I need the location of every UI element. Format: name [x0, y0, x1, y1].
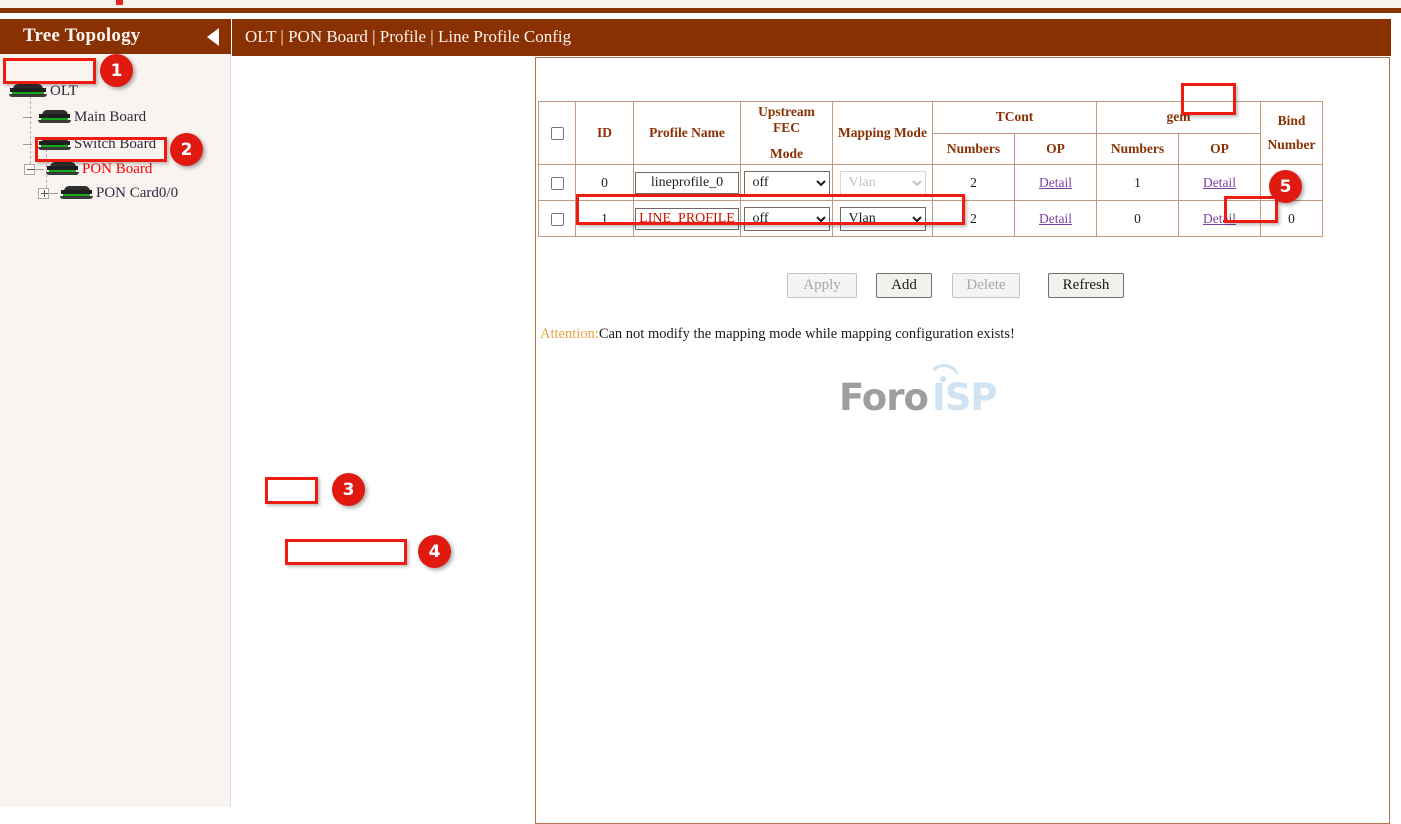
table-row[interactable]: 1 off Vlan 2	[539, 201, 1323, 237]
breadcrumb-bar: OLT | PON Board | Profile | Line Profile…	[232, 19, 1391, 56]
header-id: ID	[576, 102, 634, 165]
tree-item-label: Switch Board	[74, 136, 156, 153]
header-bind-number: Bind Number	[1261, 102, 1323, 165]
tree-branch-dash	[23, 144, 32, 145]
row-gem-op-cell: Detail	[1179, 165, 1261, 201]
profile-name-input[interactable]	[635, 208, 739, 230]
header-mapping-mode: Mapping Mode	[833, 102, 933, 165]
select-all-header	[539, 102, 576, 165]
row-tcont-op-cell: Detail	[1015, 201, 1097, 237]
tree-topology-panel: Tree Topology OLT Main Board	[0, 19, 231, 807]
row-checkbox-cell	[539, 201, 576, 237]
table-body: 0 off Vlan 2	[539, 165, 1323, 237]
tree-branch-dash	[23, 117, 32, 118]
header-tcont-numbers: Numbers	[933, 133, 1015, 165]
add-button[interactable]: Add	[876, 273, 932, 298]
attention-text: Can not modify the mapping mode while ma…	[599, 326, 1015, 342]
tree-item-label: OLT	[50, 83, 78, 100]
header-gem-op: OP	[1179, 133, 1261, 165]
row-checkbox[interactable]	[551, 213, 564, 226]
tree-topology-body: OLT Main Board Switch Board PON Board	[0, 54, 231, 807]
row-bind-number: 0	[1261, 201, 1323, 237]
action-button-row: Apply Add Delete Refresh	[536, 273, 1391, 303]
row-profile-name-cell	[634, 165, 741, 201]
row-mapping-cell: Vlan	[833, 201, 933, 237]
row-tcont-op-cell: Detail	[1015, 165, 1097, 201]
tree-item-label: Main Board	[74, 109, 146, 126]
tcont-detail-link[interactable]: Detail	[1039, 175, 1072, 190]
tree-item-olt[interactable]: OLT	[8, 80, 78, 102]
tree-item-label: PON Board	[82, 161, 152, 178]
refresh-button[interactable]: Refresh	[1048, 273, 1124, 298]
table-row[interactable]: 0 off Vlan 2	[539, 165, 1323, 201]
mapping-mode-select[interactable]: Vlan	[840, 207, 926, 231]
row-mapping-cell: Vlan	[833, 165, 933, 201]
attention-message: Attention:Can not modify the mapping mod…	[540, 326, 1015, 343]
tree-branch-dash	[35, 169, 44, 170]
row-profile-name-cell	[634, 201, 741, 237]
row-id: 0	[576, 165, 634, 201]
row-tcont-numbers: 2	[933, 201, 1015, 237]
apply-button[interactable]: Apply	[787, 273, 857, 298]
tree-expander-plus-icon[interactable]	[38, 188, 49, 199]
header-upstream-fec-line2: Mode	[744, 146, 829, 162]
device-board-icon	[46, 162, 80, 176]
breadcrumb: OLT | PON Board | Profile | Line Profile…	[245, 27, 571, 47]
device-card-icon	[60, 186, 94, 200]
attention-label: Attention:	[540, 326, 599, 342]
top-strip-light	[0, 0, 1401, 8]
row-gem-op-cell: Detail	[1179, 201, 1261, 237]
upstream-fec-select[interactable]: off	[744, 171, 830, 195]
line-profile-table: ID Profile Name Upstream FEC Mode Mappin…	[538, 101, 1323, 237]
table-head: ID Profile Name Upstream FEC Mode Mappin…	[539, 102, 1323, 165]
line-profile-panel: ID Profile Name Upstream FEC Mode Mappin…	[535, 57, 1390, 824]
gem-detail-link[interactable]: Detail	[1203, 211, 1236, 226]
delete-button[interactable]: Delete	[952, 273, 1020, 298]
row-id: 1	[576, 201, 634, 237]
header-tcont-group: TCont	[933, 102, 1097, 134]
row-bind-number: 0	[1261, 165, 1323, 201]
row-fec-cell: off	[741, 201, 833, 237]
header-profile-name: Profile Name	[634, 102, 741, 165]
watermark-text-foro: Foro	[839, 376, 928, 419]
mapping-mode-select: Vlan	[840, 171, 926, 195]
tree-item-pon-board[interactable]: PON Board	[24, 158, 152, 180]
row-gem-numbers: 1	[1097, 165, 1179, 201]
header-tcont-op: OP	[1015, 133, 1097, 165]
tree-item-label: PON Card0/0	[96, 185, 178, 202]
tree-item-switch-board[interactable]: Switch Board	[23, 133, 156, 155]
upstream-fec-select[interactable]: off	[744, 207, 830, 231]
device-board-icon	[38, 137, 72, 151]
table-header-row-1: ID Profile Name Upstream FEC Mode Mappin…	[539, 102, 1323, 134]
header-upstream-fec-mode: Upstream FEC Mode	[741, 102, 833, 165]
content-area: OLT | PON Board | Profile | Line Profile…	[232, 19, 1401, 807]
header-gem-group: gem	[1097, 102, 1261, 134]
header-gem-numbers: Numbers	[1097, 133, 1179, 165]
tree-item-pon-card[interactable]: PON Card0/0	[38, 182, 178, 204]
header-upstream-fec-line1: Upstream FEC	[744, 104, 829, 136]
tree-topology-header: Tree Topology	[0, 19, 231, 54]
tree-expander-minus-icon[interactable]	[24, 164, 35, 175]
row-checkbox-cell	[539, 165, 576, 201]
watermark-text-isp: ISP	[932, 376, 997, 419]
header-bind-line2: Number	[1264, 137, 1319, 153]
row-gem-numbers: 0	[1097, 201, 1179, 237]
tcont-detail-link[interactable]: Detail	[1039, 211, 1072, 226]
select-all-checkbox[interactable]	[551, 127, 564, 140]
tree-branch-dash	[49, 193, 58, 194]
header-bind-line1: Bind	[1264, 113, 1319, 129]
row-tcont-numbers: 2	[933, 165, 1015, 201]
device-olt-icon	[8, 84, 48, 98]
triangle-left-icon[interactable]	[207, 28, 219, 46]
gem-detail-link[interactable]: Detail	[1203, 175, 1236, 190]
tree-item-main-board[interactable]: Main Board	[23, 106, 146, 128]
row-checkbox[interactable]	[551, 177, 564, 190]
device-board-icon	[38, 110, 72, 124]
tree-topology-title: Tree Topology	[23, 25, 141, 47]
foroisp-watermark: Foro ISP	[839, 368, 1009, 414]
profile-name-input[interactable]	[635, 172, 739, 194]
wifi-dot-icon	[940, 376, 946, 382]
top-red-fragment	[116, 0, 123, 5]
row-fec-cell: off	[741, 165, 833, 201]
